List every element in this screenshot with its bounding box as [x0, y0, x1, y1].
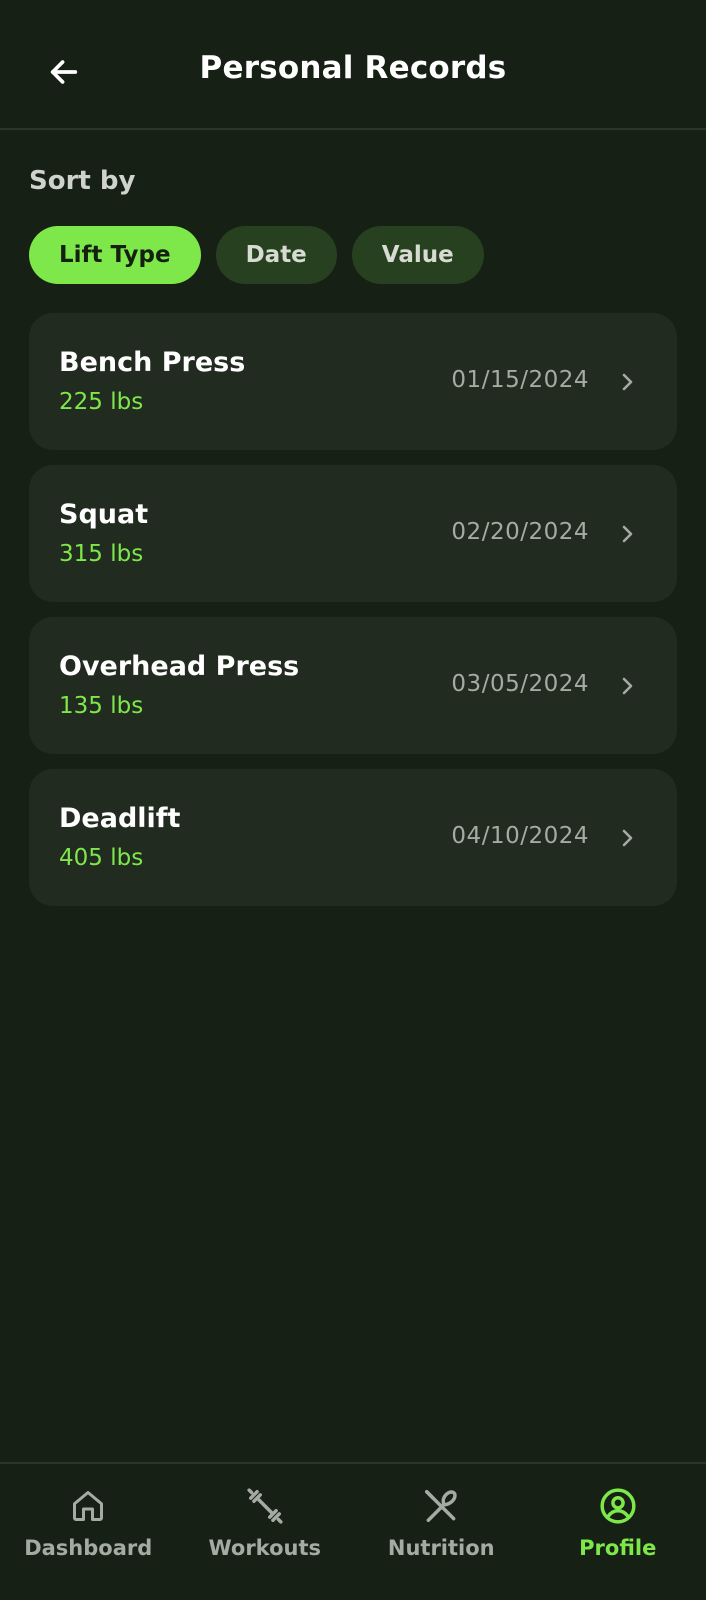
record-name: Overhead Press [59, 651, 300, 682]
record-card-bench-press[interactable]: Bench Press 225 lbs 01/15/2024 [29, 313, 677, 450]
record-card-deadlift[interactable]: Deadlift 405 lbs 04/10/2024 [29, 769, 677, 906]
records-list: Bench Press 225 lbs 01/15/2024 Squat 315… [29, 313, 677, 921]
chevron-right-icon [622, 829, 633, 847]
record-value: 225 lbs [59, 389, 144, 415]
record-name: Bench Press [59, 347, 246, 378]
bottom-navigation: Dashboard Workouts Nutrition Profile [0, 1462, 706, 1600]
app-header: Personal Records [0, 0, 706, 130]
utensils-icon [421, 1486, 461, 1526]
nav-item-workouts[interactable]: Workouts [177, 1464, 354, 1600]
home-icon [68, 1486, 108, 1526]
nav-item-profile[interactable]: Profile [530, 1464, 706, 1600]
record-card-overhead-press[interactable]: Overhead Press 135 lbs 03/05/2024 [29, 617, 677, 754]
chevron-right-icon [622, 525, 633, 543]
sort-options: Lift Type Date Value [29, 226, 484, 284]
record-name: Deadlift [59, 803, 181, 834]
record-card-squat[interactable]: Squat 315 lbs 02/20/2024 [29, 465, 677, 602]
sort-chip-value[interactable]: Value [351, 226, 484, 284]
nav-label: Dashboard [24, 1536, 153, 1560]
record-name: Squat [59, 499, 149, 530]
dumbbell-icon [245, 1486, 285, 1526]
record-value: 405 lbs [59, 845, 144, 871]
chevron-right-icon [622, 373, 633, 391]
nav-label: Nutrition [387, 1536, 495, 1560]
nav-item-dashboard[interactable]: Dashboard [0, 1464, 177, 1600]
record-value: 135 lbs [59, 693, 144, 719]
nav-item-nutrition[interactable]: Nutrition [353, 1464, 530, 1600]
record-date: 04/10/2024 [451, 823, 589, 849]
page-title: Personal Records [199, 50, 507, 86]
record-value: 315 lbs [59, 541, 144, 567]
user-circle-icon [598, 1486, 638, 1526]
sort-by-label: Sort by [29, 166, 136, 196]
record-date: 03/05/2024 [451, 671, 589, 697]
record-date: 02/20/2024 [451, 519, 589, 545]
sort-chip-lift-type[interactable]: Lift Type [29, 226, 201, 284]
nav-label: Profile [579, 1536, 657, 1560]
record-date: 01/15/2024 [451, 367, 589, 393]
chevron-right-icon [622, 677, 633, 695]
sort-chip-date[interactable]: Date [215, 226, 337, 284]
nav-label: Workouts [208, 1536, 322, 1560]
